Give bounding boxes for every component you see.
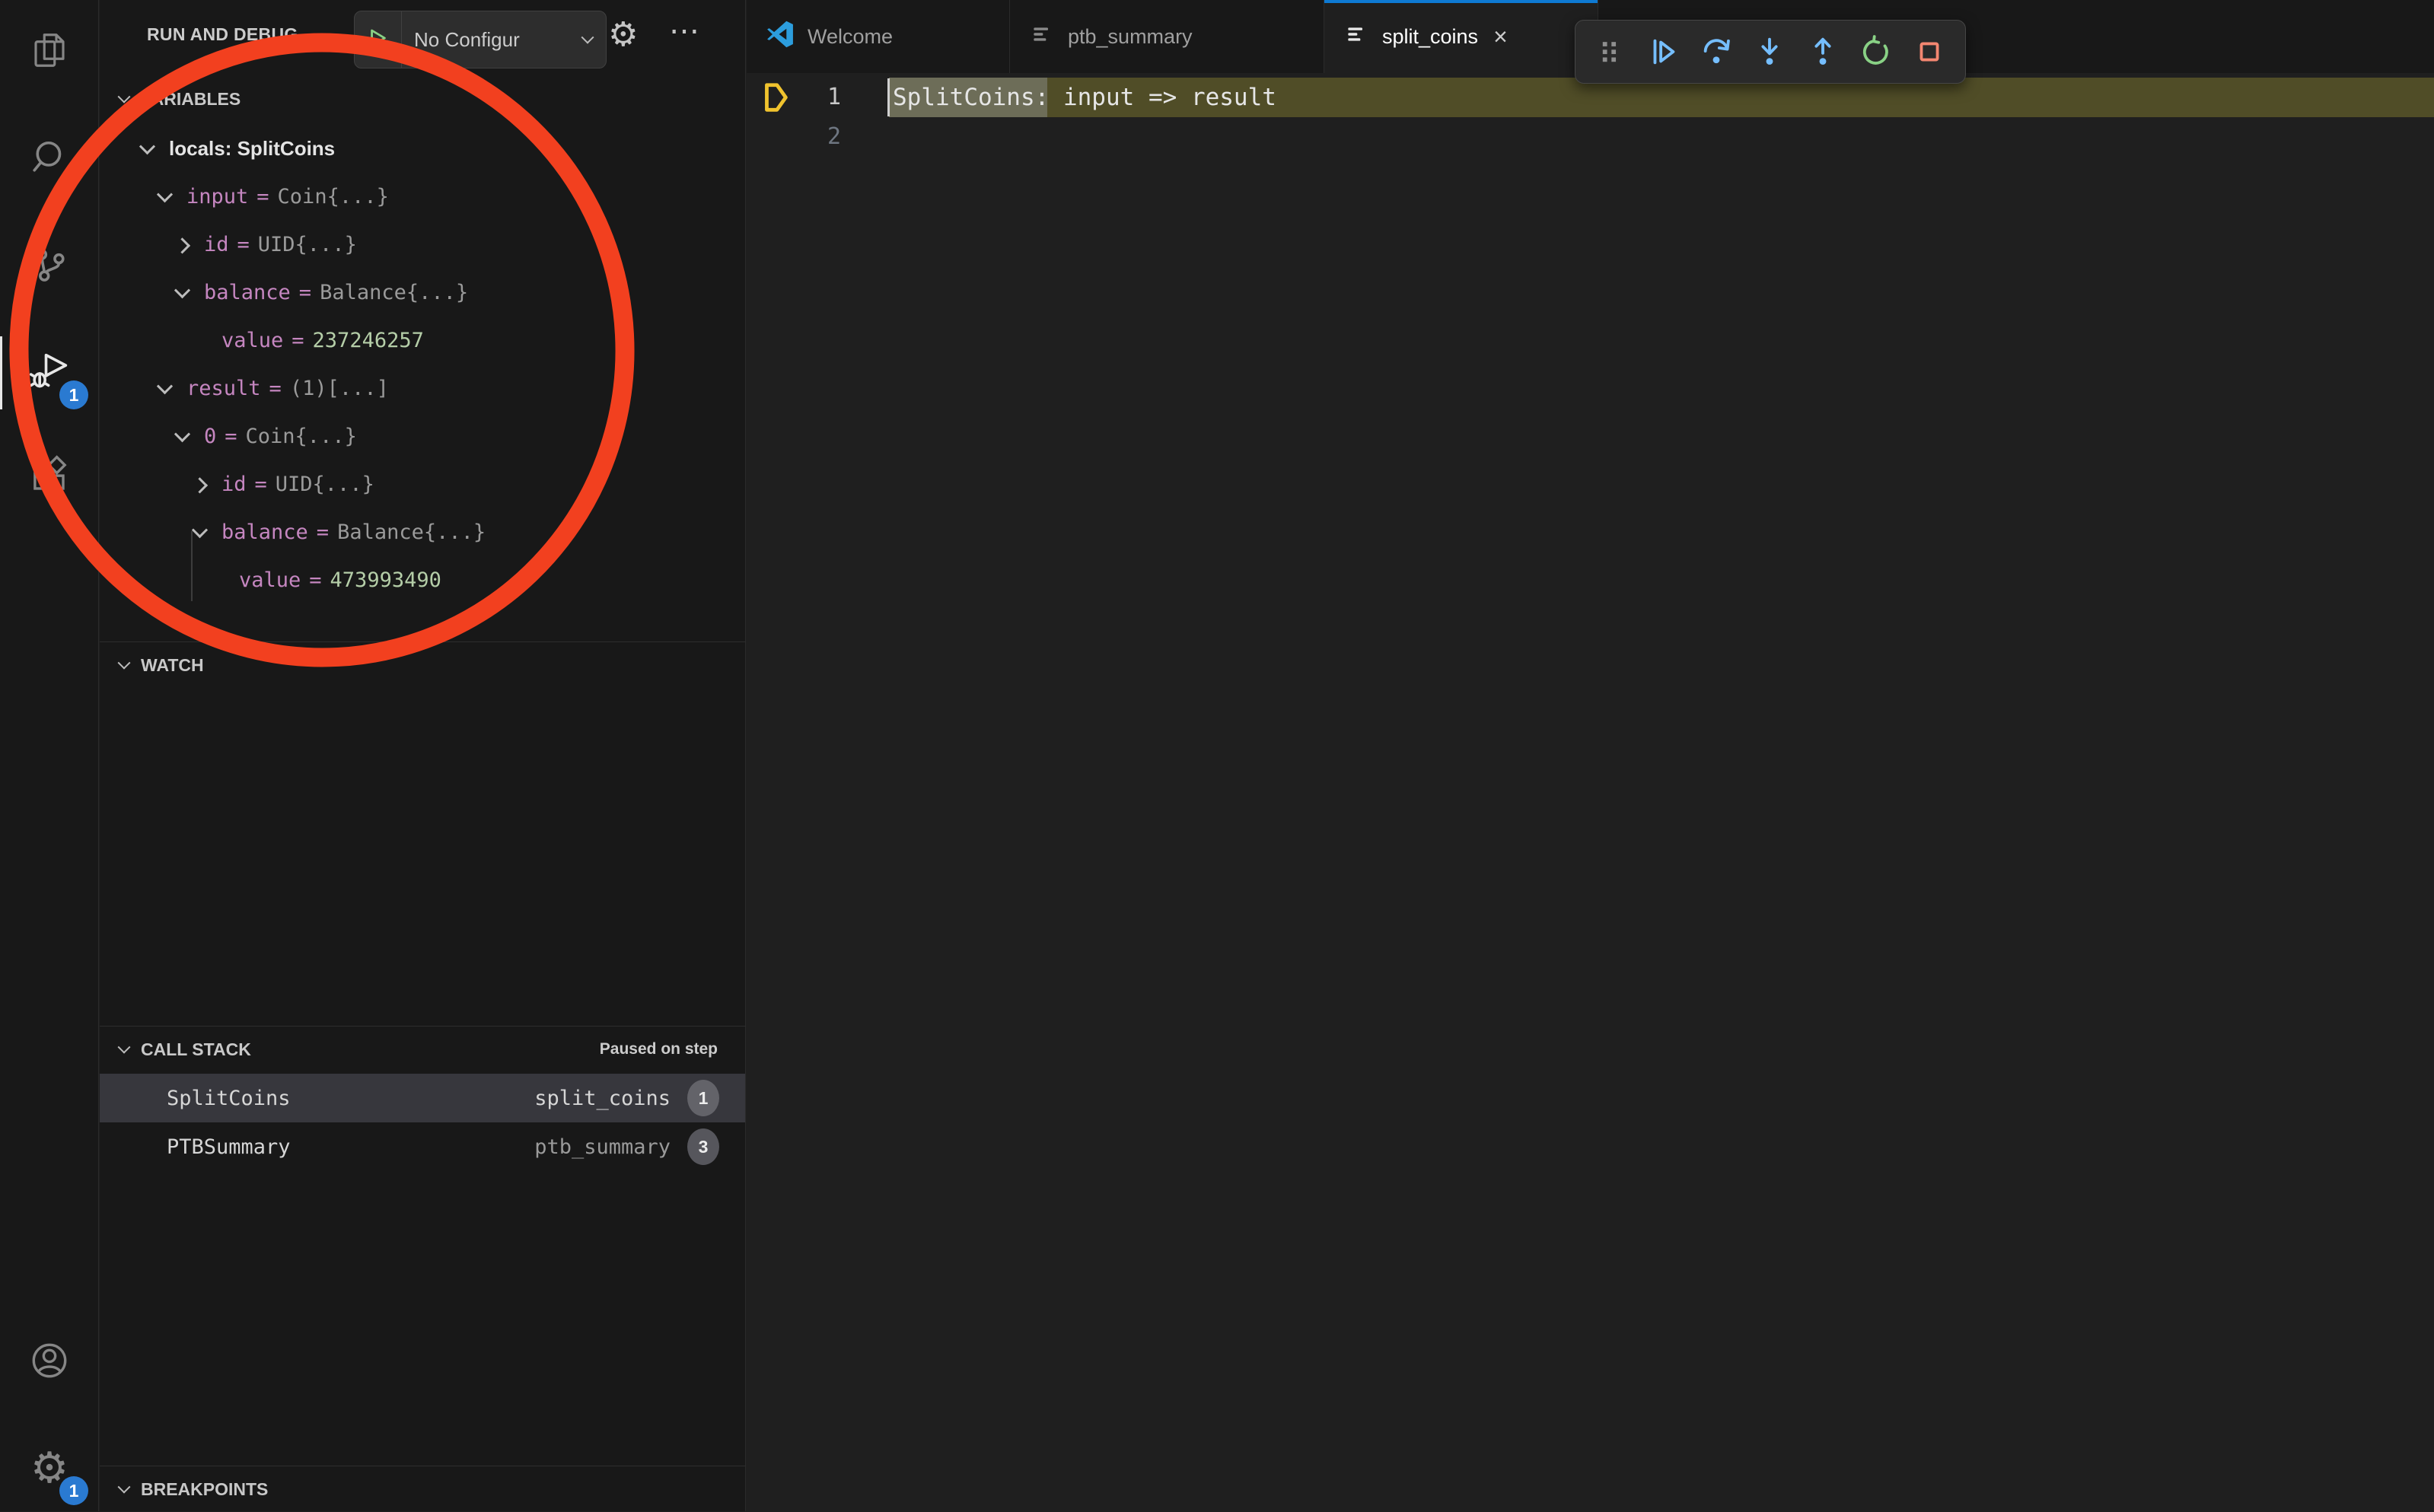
watch-section: WATCH: [100, 641, 745, 1026]
variable-row[interactable]: value=473993490: [100, 556, 745, 604]
chevron-down-icon: [174, 282, 190, 298]
toolbar-drag-handle[interactable]: [1583, 25, 1636, 78]
activity-bar: 1 ⚙ 1: [0, 0, 99, 1511]
chevron-down-icon: [157, 186, 173, 202]
chevron-down-icon: [118, 1041, 131, 1054]
variables-section: VARIABLES locals: SplitCoins input=Coin{…: [100, 76, 745, 641]
debug-toolbar: [1575, 20, 1966, 84]
variable-row[interactable]: 0=Coin{...}: [100, 412, 745, 460]
frame-badge: 1: [687, 1080, 719, 1116]
chevron-down-icon: [174, 426, 190, 442]
tab-ptb-summary[interactable]: ptb_summary: [1010, 0, 1324, 73]
chevron-down-icon: [118, 91, 131, 103]
chevron-down-icon: [118, 1481, 131, 1494]
code-line-2: 2: [747, 117, 2434, 157]
search-icon: [29, 138, 70, 183]
pause-status: Paused on step: [600, 1040, 718, 1058]
line-number: 2: [747, 117, 841, 157]
call-stack-list: SplitCoins split_coins 1 PTBSummary ptb_…: [100, 1074, 745, 1171]
sidebar-title: RUN AND DEBUG: [147, 24, 349, 45]
variable-row[interactable]: value=237246257: [100, 317, 745, 364]
activity-account-button[interactable]: [0, 1319, 99, 1405]
chevron-down-icon: [581, 31, 594, 44]
debug-settings-gear-icon[interactable]: ⚙: [608, 15, 638, 54]
chevron-right-icon: [192, 477, 208, 493]
activity-explorer-button[interactable]: [0, 9, 99, 94]
breakpoints-section: BREAKPOINTS: [100, 1466, 745, 1511]
vscode-logo-icon: [766, 21, 794, 53]
chevron-down-icon: [139, 138, 155, 154]
variable-row[interactable]: balance=Balance{...}: [100, 269, 745, 317]
editor-group: Welcome ptb_summary split_coins: [747, 0, 2434, 1511]
chevron-down-icon: [118, 657, 131, 670]
code-editor[interactable]: 1 SplitCoins: input => result 2: [747, 73, 2434, 1511]
chevron-right-icon: [174, 237, 190, 253]
more-actions-icon[interactable]: ⋯: [669, 14, 702, 49]
tab-welcome[interactable]: Welcome: [747, 0, 1010, 73]
frame-badge: 3: [687, 1128, 719, 1165]
debug-badge: 1: [59, 380, 88, 409]
variables-tree: locals: SplitCoins input=Coin{...} id=UI…: [100, 125, 745, 604]
account-icon: [29, 1340, 70, 1385]
variable-row[interactable]: input=Coin{...}: [100, 173, 745, 221]
call-stack-header[interactable]: CALL STACK Paused on step: [100, 1027, 745, 1072]
play-icon: [368, 28, 388, 52]
call-stack-frame[interactable]: PTBSummary ptb_summary 3: [100, 1122, 745, 1171]
watch-header[interactable]: WATCH: [100, 642, 745, 688]
launch-config-dropdown[interactable]: No Configur: [354, 11, 607, 68]
text-cursor: [887, 78, 890, 116]
stop-button[interactable]: [1903, 25, 1956, 78]
variable-row[interactable]: locals: SplitCoins: [100, 125, 745, 173]
breakpoints-header[interactable]: BREAKPOINTS: [100, 1466, 745, 1512]
settings-badge: 1: [59, 1476, 88, 1505]
files-icon: [29, 30, 70, 75]
step-over-button[interactable]: [1690, 25, 1743, 78]
file-list-icon: [1344, 22, 1368, 52]
start-debug-button[interactable]: [355, 11, 402, 68]
chevron-down-icon: [157, 378, 173, 394]
extensions-icon: [29, 454, 70, 499]
activity-search-button[interactable]: [0, 117, 99, 202]
activity-settings-button[interactable]: ⚙ 1: [0, 1426, 99, 1511]
tab-split-coins[interactable]: split_coins ×: [1324, 0, 1598, 73]
restart-button[interactable]: [1849, 25, 1903, 78]
call-stack-frame[interactable]: SplitCoins split_coins 1: [100, 1074, 745, 1122]
variables-header[interactable]: VARIABLES: [100, 76, 745, 122]
tree-indent-guide: [191, 531, 193, 601]
variable-row[interactable]: result=(1)[...]: [100, 364, 745, 412]
variable-row[interactable]: id=UID{...}: [100, 460, 745, 508]
chevron-down-icon: [192, 522, 208, 538]
close-icon[interactable]: ×: [1493, 24, 1508, 49]
variable-row[interactable]: balance=Balance{...}: [100, 508, 745, 556]
variable-row[interactable]: id=UID{...}: [100, 221, 745, 269]
debug-sidebar: RUN AND DEBUG No Configur ⚙ ⋯ VARIABLES …: [100, 0, 746, 1511]
line-number: 1: [747, 78, 841, 117]
code-text: SplitCoins: input => result: [893, 78, 1276, 117]
activity-extensions-button[interactable]: [0, 434, 99, 519]
git-branch-icon: [29, 244, 70, 289]
step-into-button[interactable]: [1743, 25, 1796, 78]
config-label: No Configur: [402, 28, 583, 52]
activity-source-control-button[interactable]: [0, 224, 99, 309]
call-stack-section: CALL STACK Paused on step SplitCoins spl…: [100, 1026, 745, 1466]
activity-run-debug-button[interactable]: 1: [0, 330, 99, 415]
continue-button[interactable]: [1636, 25, 1690, 78]
step-out-button[interactable]: [1796, 25, 1849, 78]
file-list-icon: [1030, 22, 1054, 52]
